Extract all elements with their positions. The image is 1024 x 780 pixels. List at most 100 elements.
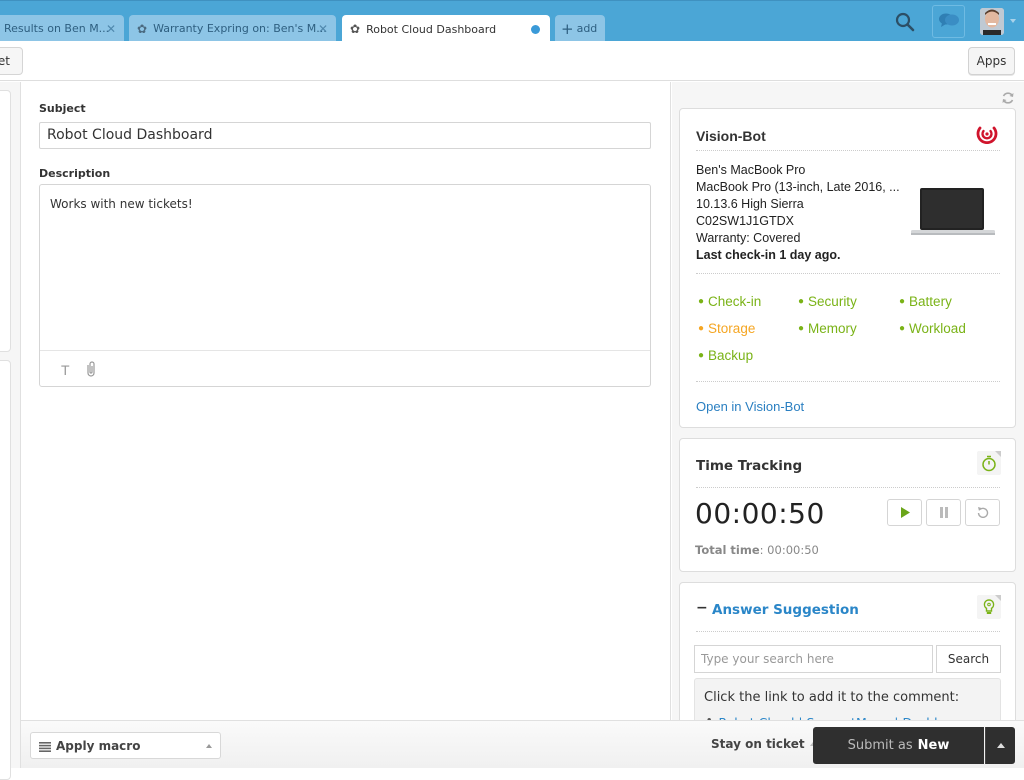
tab-robot-cloud-dashboard[interactable]: ✿ Robot Cloud Dashboard bbox=[342, 15, 550, 43]
status-label: Backup bbox=[708, 348, 754, 363]
top-nav-bar: Results on Ben M... ✕ ✿ Warranty Expring… bbox=[0, 0, 1024, 43]
bottom-action-bar: Apply macro Stay on ticket Submit as New bbox=[21, 720, 1024, 768]
answer-search-input[interactable] bbox=[694, 645, 933, 673]
last-checkin: Last check-in 1 day ago. bbox=[696, 248, 841, 262]
search-icon[interactable] bbox=[893, 10, 917, 34]
divider bbox=[696, 487, 1000, 488]
chat-button[interactable] bbox=[932, 5, 965, 38]
status-label: Workload bbox=[909, 321, 966, 336]
tab-label: Results on Ben M... bbox=[4, 22, 110, 35]
apply-macro-select[interactable]: Apply macro bbox=[30, 732, 221, 759]
close-icon[interactable]: ✕ bbox=[318, 22, 328, 36]
left-sidebar-card bbox=[0, 360, 11, 780]
total-time: Total time: 00:00:50 bbox=[695, 543, 819, 557]
reset-icon bbox=[977, 503, 989, 522]
left-toolbar-button[interactable]: et bbox=[0, 47, 23, 75]
time-tracking-card: Time Tracking 00:00:50 Total time: 00:00… bbox=[679, 438, 1016, 572]
time-tracking-title: Time Tracking bbox=[696, 458, 803, 474]
stay-on-ticket-label: Stay on ticket bbox=[711, 737, 805, 751]
divider bbox=[696, 631, 1000, 632]
suggestion-hint: Click the link to add it to the comment: bbox=[704, 690, 960, 705]
total-time-label: Total time bbox=[695, 543, 760, 557]
description-text[interactable]: Works with new tickets! bbox=[50, 197, 193, 211]
status-label: Security bbox=[808, 294, 857, 309]
device-name: Ben's MacBook Pro bbox=[696, 163, 806, 177]
status-label: Battery bbox=[909, 294, 952, 309]
total-time-value: : 00:00:50 bbox=[759, 543, 819, 557]
apps-button[interactable]: Apps bbox=[968, 47, 1015, 75]
submit-options-button[interactable] bbox=[985, 727, 1015, 764]
collapse-icon[interactable]: − bbox=[696, 600, 708, 616]
apply-macro-label: Apply macro bbox=[56, 738, 141, 753]
play-icon bbox=[900, 503, 910, 522]
laptop-image bbox=[910, 187, 996, 237]
chevron-up-icon bbox=[996, 743, 1005, 748]
status-dot-icon: ● bbox=[899, 323, 906, 334]
tab-label: Robot Cloud Dashboard bbox=[366, 22, 497, 36]
divider bbox=[696, 273, 1000, 274]
status-label: Memory bbox=[808, 321, 857, 336]
status-security[interactable]: ● Security bbox=[798, 294, 857, 309]
device-info: Ben's MacBook Pro MacBook Pro (13-inch, … bbox=[696, 162, 900, 264]
lightbulb-icon[interactable] bbox=[977, 595, 1001, 619]
device-os: 10.13.6 High Sierra bbox=[696, 197, 804, 211]
device-model: MacBook Pro (13-inch, Late 2016, ... bbox=[696, 180, 900, 194]
unsaved-indicator-dot bbox=[531, 25, 540, 34]
visionbot-logo-icon bbox=[976, 122, 998, 144]
close-icon[interactable]: ✕ bbox=[106, 22, 116, 36]
chat-bubbles-icon bbox=[938, 12, 960, 32]
status-battery[interactable]: ● Battery bbox=[899, 294, 952, 309]
device-serial: C02SW1J1GTDX bbox=[696, 214, 794, 228]
gear-icon: ✿ bbox=[350, 22, 361, 36]
status-dot-icon: ● bbox=[698, 296, 705, 307]
subject-input[interactable]: Robot Cloud Dashboard bbox=[39, 122, 651, 149]
chevron-up-icon bbox=[206, 744, 212, 748]
tab-label: Warranty Expring on: Ben's M... bbox=[153, 22, 327, 35]
subject-label: Subject bbox=[39, 102, 86, 115]
status-dot-icon: ● bbox=[698, 350, 705, 361]
left-sidebar-card bbox=[0, 90, 11, 352]
chevron-down-icon[interactable] bbox=[1010, 19, 1016, 23]
submit-prefix: Submit as bbox=[847, 738, 913, 753]
status-label: Storage bbox=[708, 321, 756, 336]
ticket-editor: Subject Robot Cloud Dashboard Descriptio… bbox=[21, 82, 671, 720]
tab-warranty[interactable]: ✿ Warranty Expring on: Ben's M... ✕ bbox=[129, 15, 336, 42]
add-tab-label: add bbox=[576, 22, 598, 35]
paperclip-icon[interactable] bbox=[84, 360, 98, 378]
answer-suggestion-title[interactable]: Answer Suggestion bbox=[712, 602, 859, 618]
stay-on-ticket-select[interactable]: Stay on ticket bbox=[711, 737, 816, 751]
pause-button[interactable] bbox=[926, 499, 961, 526]
timer-display: 00:00:50 bbox=[695, 497, 825, 530]
submit-button[interactable]: Submit as New bbox=[813, 727, 984, 764]
answer-suggestion-card: − Answer Suggestion Search Click the lin… bbox=[679, 582, 1016, 748]
status-label: Check-in bbox=[708, 294, 762, 309]
visionbot-card: Vision-Bot Ben's MacBook Pro MacBook Pro… bbox=[679, 108, 1016, 428]
add-tab-button[interactable]: + add bbox=[555, 15, 605, 42]
editor-toolbar-divider bbox=[40, 350, 650, 351]
refresh-icon[interactable] bbox=[1001, 90, 1015, 104]
device-warranty: Warranty: Covered bbox=[696, 231, 801, 245]
status-memory[interactable]: ● Memory bbox=[798, 321, 857, 336]
status-checkin[interactable]: ● Check-in bbox=[698, 294, 761, 309]
reset-button[interactable] bbox=[965, 499, 1000, 526]
divider bbox=[696, 381, 1000, 382]
ticket-toolbar: et bbox=[0, 41, 1024, 81]
description-editor[interactable]: Works with new tickets! T bbox=[39, 184, 651, 387]
status-dot-icon: ● bbox=[798, 296, 805, 307]
description-label: Description bbox=[39, 167, 111, 180]
plus-icon: + bbox=[561, 19, 574, 38]
status-backup[interactable]: ● Backup bbox=[698, 348, 753, 363]
stopwatch-icon[interactable] bbox=[977, 451, 1001, 475]
text-format-icon[interactable]: T bbox=[61, 362, 70, 378]
pause-icon bbox=[939, 503, 949, 522]
open-in-visionbot-link[interactable]: Open in Vision-Bot bbox=[696, 399, 804, 414]
status-storage[interactable]: ● Storage bbox=[698, 321, 755, 336]
play-button[interactable] bbox=[887, 499, 922, 526]
answer-search-button[interactable]: Search bbox=[936, 645, 1001, 673]
user-avatar[interactable] bbox=[980, 8, 1004, 35]
tab-results[interactable]: Results on Ben M... ✕ bbox=[0, 15, 124, 42]
submit-status: New bbox=[917, 738, 950, 753]
status-workload[interactable]: ● Workload bbox=[899, 321, 966, 336]
status-dot-icon: ● bbox=[899, 296, 906, 307]
visionbot-title: Vision-Bot bbox=[696, 128, 766, 144]
